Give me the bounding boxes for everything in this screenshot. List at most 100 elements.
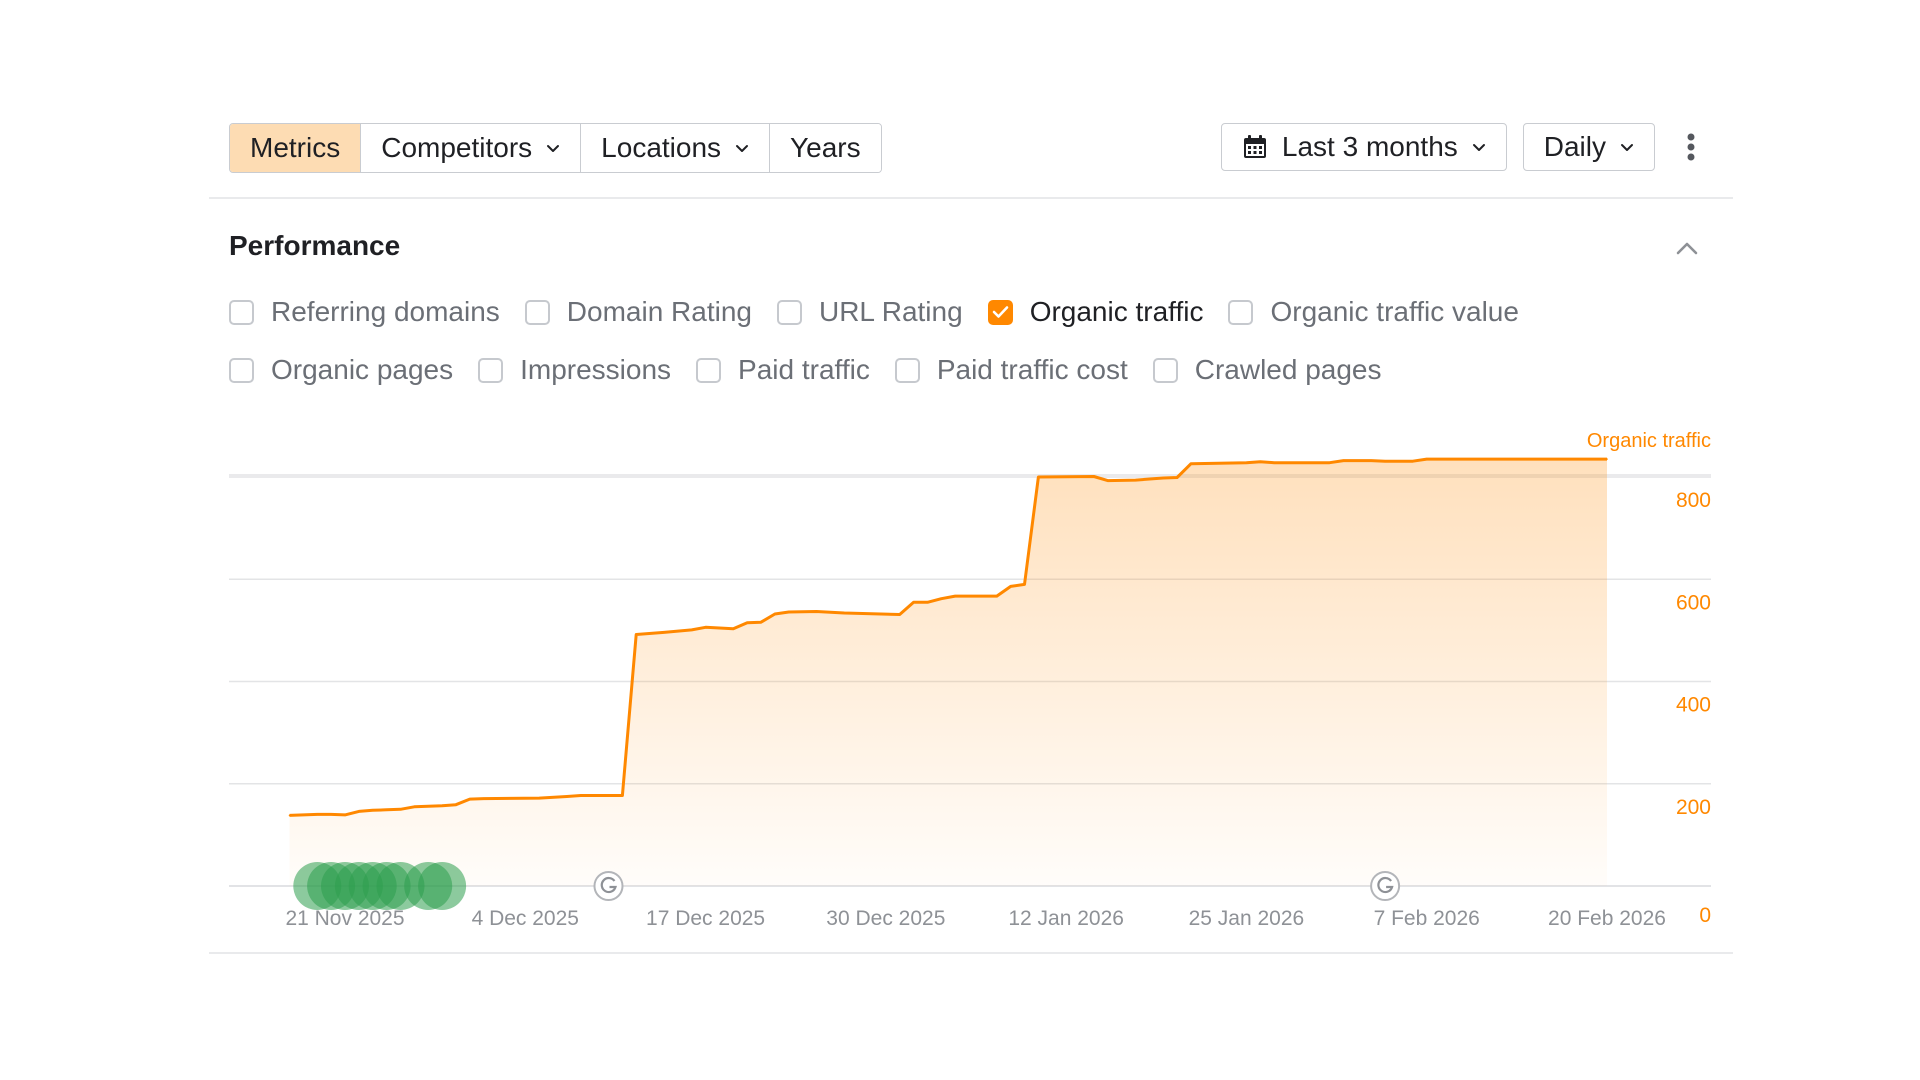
checkbox[interactable]: [894, 357, 920, 383]
data-point: [538, 797, 540, 799]
event-marker[interactable]: [418, 862, 467, 910]
checkmark-icon: [992, 306, 1008, 318]
metric-url-rating[interactable]: URL Rating: [776, 296, 963, 328]
toolbar-divider: [209, 197, 1733, 199]
data-point: [1217, 462, 1220, 465]
data-point: [1273, 461, 1275, 464]
date-range-dropdown[interactable]: Last 3 months: [1220, 123, 1507, 171]
metric-organic-pages[interactable]: Organic pages: [229, 354, 453, 386]
data-point: [358, 810, 360, 813]
data-point: [1384, 460, 1386, 463]
chevron-down-icon: [736, 145, 749, 152]
checkbox[interactable]: [478, 357, 504, 383]
view-tabs: Metrics Competitors Locations Years: [229, 123, 882, 173]
data-point: [469, 798, 471, 800]
data-point: [1412, 460, 1414, 463]
data-point: [1370, 459, 1372, 462]
data-point: [344, 814, 346, 816]
google-g-icon[interactable]: [593, 871, 624, 901]
metric-referring-domains[interactable]: Referring domains: [229, 296, 500, 328]
x-tick-label: 12 Jan 2026: [1008, 907, 1124, 930]
data-point: [427, 805, 430, 807]
data-point: [316, 813, 319, 816]
metric-crawled-pages[interactable]: Crawled pages: [1152, 354, 1382, 386]
data-point: [482, 797, 485, 800]
data-point: [566, 795, 568, 798]
metric-label: Referring domains: [271, 296, 500, 327]
data-point: [621, 794, 624, 797]
chevron-down-icon: [547, 145, 560, 152]
tab-years[interactable]: Years: [770, 124, 881, 172]
data-point: [898, 613, 901, 616]
checkbox[interactable]: [696, 357, 722, 383]
data-point: [1023, 583, 1026, 586]
data-point: [843, 612, 846, 614]
data-point: [1162, 477, 1164, 479]
metric-paid-traffic[interactable]: Paid traffic: [696, 354, 870, 386]
data-point: [635, 633, 637, 636]
checkbox[interactable]: [1152, 357, 1178, 383]
checkbox[interactable]: [776, 299, 802, 325]
chevron-down-icon: [1472, 144, 1485, 151]
more-options-button[interactable]: [1671, 123, 1711, 171]
interval-dropdown[interactable]: Daily: [1522, 123, 1655, 171]
google-g-icon[interactable]: [1370, 871, 1401, 901]
checkbox[interactable]: [229, 357, 254, 383]
metric-label: Impressions: [520, 354, 672, 385]
data-point: [954, 595, 956, 597]
data-point: [732, 628, 735, 630]
data-point: [746, 621, 748, 624]
data-point: [1009, 585, 1012, 588]
metric-label: Organic pages: [271, 354, 454, 385]
data-point: [690, 629, 693, 631]
interval-label: Daily: [1543, 131, 1606, 162]
data-point: [815, 610, 818, 613]
tab-label: Competitors: [381, 132, 533, 163]
metric-paid-traffic-cost[interactable]: Paid traffic cost: [894, 354, 1128, 386]
data-point: [1106, 479, 1109, 482]
data-point: [788, 611, 790, 613]
checkbox[interactable]: [524, 299, 550, 325]
tab-locations[interactable]: Locations: [581, 124, 771, 172]
metric-organic-traffic-value[interactable]: Organic traffic value: [1228, 296, 1519, 328]
metric-label: Organic traffic: [1029, 296, 1204, 327]
data-point: [940, 597, 943, 600]
metric-label: Paid traffic cost: [936, 354, 1128, 385]
y-tick-label: 600: [1676, 591, 1711, 614]
data-point: [1176, 476, 1178, 479]
data-point: [385, 809, 388, 811]
data-point: [926, 601, 929, 604]
tab-metrics[interactable]: Metrics: [230, 124, 362, 172]
section-title: Performance: [229, 230, 401, 261]
tab-label: Metrics: [250, 132, 341, 163]
data-point: [704, 626, 707, 629]
data-point: [580, 794, 582, 797]
data-point: [996, 595, 998, 597]
tab-competitors[interactable]: Competitors: [361, 124, 582, 172]
data-point: [1190, 462, 1192, 465]
metric-label: Domain Rating: [566, 296, 752, 327]
chevron-down-icon: [1621, 144, 1633, 151]
data-point: [288, 814, 291, 817]
metric-domain-rating[interactable]: Domain Rating: [524, 296, 752, 328]
metric-label: URL Rating: [818, 296, 963, 327]
metric-organic-traffic[interactable]: Organic traffic: [987, 296, 1204, 328]
toolbar-right: Last 3 months Daily: [1220, 123, 1711, 171]
y-tick-label: 400: [1676, 694, 1711, 717]
chevron-up-icon[interactable]: [1672, 234, 1702, 264]
checkbox[interactable]: [1228, 299, 1254, 325]
data-point: [1606, 458, 1608, 460]
data-point: [1037, 476, 1040, 478]
date-range-label: Last 3 months: [1281, 131, 1458, 162]
metric-impressions[interactable]: Impressions: [478, 354, 671, 386]
y-tick-label: 0: [1699, 904, 1711, 927]
data-point: [371, 809, 374, 812]
checkbox-checked[interactable]: [987, 299, 1013, 325]
data-point: [774, 613, 776, 615]
checkbox[interactable]: [229, 299, 254, 325]
metrics-row-1: Referring domains Domain Rating URL Rati…: [229, 296, 1519, 328]
x-tick-label: 4 Dec 2025: [472, 907, 579, 930]
calendar-icon: [1243, 135, 1266, 158]
y-tick-label: 800: [1676, 489, 1711, 512]
data-point: [663, 631, 665, 634]
